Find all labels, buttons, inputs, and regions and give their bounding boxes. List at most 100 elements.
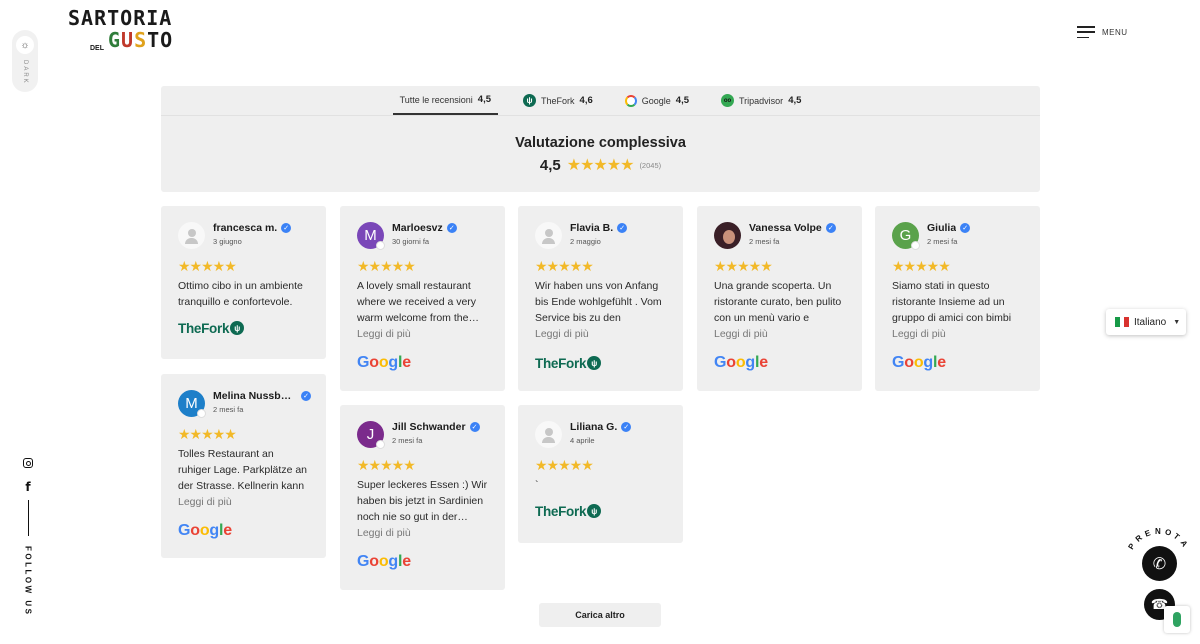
review-date: 2 maggio xyxy=(570,237,601,246)
tripadvisor-icon: oo xyxy=(721,94,734,107)
hamburger-icon xyxy=(1077,26,1095,38)
avatar xyxy=(178,222,205,249)
review-card: Flavia B. ✓ 2 maggio ★★★★★ Wir haben uns … xyxy=(518,206,683,391)
google-logo-icon: Google xyxy=(714,354,768,371)
source-logo: Google xyxy=(714,351,845,375)
review-source-tabs: Tutte le recensioni 4,5 ψ TheFork 4,6 Go… xyxy=(161,86,1040,116)
accessibility-button[interactable] xyxy=(1164,606,1190,633)
reviewer-name: Vanessa Volpe xyxy=(749,222,822,234)
verified-icon: ✓ xyxy=(621,422,632,432)
verified-icon: ✓ xyxy=(301,391,311,401)
instagram-icon[interactable] xyxy=(23,458,33,468)
dark-mode-toggle[interactable]: ☼ DARK xyxy=(12,30,38,92)
reviewer-name: Melina Nussba… xyxy=(213,390,297,402)
rating-stars-icon: ★★★★★ xyxy=(357,258,416,274)
avatar xyxy=(535,421,562,448)
review-card: Vanessa Volpe ✓ 2 mesi fa ★★★★★ Una grand… xyxy=(697,206,862,391)
reviewer-name: Jill Schwander xyxy=(392,421,466,433)
rating-stars-icon: ★★★★★ xyxy=(535,258,594,274)
language-selector[interactable]: Italiano ▼ xyxy=(1106,309,1186,335)
whatsapp-button[interactable]: ✆ xyxy=(1142,546,1177,581)
avatar: M xyxy=(357,222,385,250)
rating-stars-icon: ★★★★★ xyxy=(892,258,951,274)
review-card: J Jill Schwander ✓ 2 mesi fa ★★★★★ Super … xyxy=(340,405,505,590)
read-more-link[interactable]: Leggi di più xyxy=(178,495,309,509)
review-date: 30 giorni fa xyxy=(392,237,430,246)
review-card: francesca m. ✓ 3 giugno ★★★★★ Ottimo cibo… xyxy=(161,206,326,359)
source-logo: Google xyxy=(357,351,488,375)
review-card: M Melina Nussba… ✓ 2 mesi fa ★★★★★ Tolles… xyxy=(161,374,326,558)
tab-thefork[interactable]: ψ TheFork 4,6 xyxy=(516,86,600,115)
follow-divider xyxy=(27,500,29,536)
verified-icon: ✓ xyxy=(617,223,628,233)
read-more-link[interactable]: Leggi di più xyxy=(714,327,845,341)
review-count: (2045) xyxy=(639,160,662,170)
tab-label: TheFork xyxy=(541,95,575,106)
verified-icon: ✓ xyxy=(446,223,457,233)
whatsapp-icon: ✆ xyxy=(1152,555,1167,573)
menu-button[interactable]: MENU xyxy=(1077,26,1128,38)
read-more-link[interactable]: Leggi di più xyxy=(357,526,488,540)
tab-label: Google xyxy=(641,95,671,106)
follow-us-label: FOLLOW US xyxy=(23,546,33,617)
reviewer-name: Liliana G. xyxy=(570,421,618,433)
google-logo-icon: Google xyxy=(357,553,411,570)
review-date: 2 mesi fa xyxy=(927,237,958,246)
tab-all-reviews[interactable]: Tutte le recensioni 4,5 xyxy=(392,86,499,115)
overall-rating-title: Valutazione complessiva xyxy=(515,135,686,151)
avatar: J xyxy=(357,421,385,449)
overall-score: 4,5 xyxy=(539,156,561,174)
read-more-link[interactable]: Leggi di più xyxy=(535,327,666,341)
review-text: Super leckeres Essen :) Wir haben bis je… xyxy=(357,479,488,523)
load-more-button[interactable]: Carica altro xyxy=(539,603,661,627)
reviewer-name: Marloesvz xyxy=(392,222,443,234)
logo-line2: GUSTO xyxy=(108,28,174,52)
source-logo: TheFork ψ xyxy=(178,316,309,340)
tab-google[interactable]: Google 4,5 xyxy=(618,86,696,115)
google-icon xyxy=(624,94,637,107)
verified-icon: ✓ xyxy=(960,223,971,233)
facebook-icon[interactable]: f xyxy=(25,480,30,494)
rating-stars-icon: ★★★★★ xyxy=(535,457,594,473)
social-links: f FOLLOW US xyxy=(18,458,38,617)
google-logo-icon: Google xyxy=(892,354,946,371)
tab-label: Tripadvisor xyxy=(739,95,784,106)
verified-icon: ✓ xyxy=(281,223,292,233)
review-date: 4 aprile xyxy=(570,436,595,445)
site-logo[interactable]: SARTORIA DEL GUSTO xyxy=(68,6,194,56)
menu-label: MENU xyxy=(1102,27,1128,37)
review-card: Liliana G. ✓ 4 aprile ★★★★★ ` TheFork ψ xyxy=(518,405,683,543)
google-logo-icon: Google xyxy=(357,354,411,371)
avatar xyxy=(535,222,562,249)
read-more-link[interactable]: Leggi di più xyxy=(892,327,1023,341)
review-text: Ottimo cibo in un ambiente tranquillo e … xyxy=(178,280,303,308)
review-text: Wir haben uns von Anfang bis Ende wohlge… xyxy=(535,280,662,324)
tab-tripadvisor[interactable]: oo Tripadvisor 4,5 xyxy=(714,86,808,115)
tab-score: 4,5 xyxy=(788,95,802,106)
thefork-logo-icon: TheFork ψ xyxy=(535,356,602,371)
source-logo: TheFork ψ xyxy=(535,351,666,375)
language-label: Italiano xyxy=(1134,316,1167,328)
logo-del: DEL xyxy=(90,45,104,52)
overall-stars-icon: ★★★★★ xyxy=(566,157,635,174)
reviewer-name: Flavia B. xyxy=(570,222,614,234)
tab-score: 4,6 xyxy=(579,95,593,106)
read-more-link[interactable]: Leggi di più xyxy=(357,327,488,341)
chevron-down-icon: ▼ xyxy=(1173,318,1181,326)
verified-icon: ✓ xyxy=(825,223,836,233)
review-date: 2 mesi fa xyxy=(749,237,780,246)
tab-score: 4,5 xyxy=(477,94,492,105)
review-date: 2 mesi fa xyxy=(392,436,423,445)
logo-line1: SARTORIA xyxy=(68,6,173,30)
source-logo: Google xyxy=(892,351,1023,375)
review-text: ` xyxy=(535,479,539,491)
reviews-summary: Tutte le recensioni 4,5 ψ TheFork 4,6 Go… xyxy=(161,86,1040,192)
google-logo-icon: Google xyxy=(178,522,232,539)
thefork-logo-icon: TheFork ψ xyxy=(535,504,602,519)
tab-label: Tutte le recensioni xyxy=(399,94,473,105)
review-card: M Marloesvz ✓ 30 giorni fa ★★★★★ A lovely… xyxy=(340,206,505,391)
review-date: 3 giugno xyxy=(213,237,242,246)
rating-stars-icon: ★★★★★ xyxy=(357,457,416,473)
rating-stars-icon: ★★★★★ xyxy=(714,258,773,274)
source-logo: Google xyxy=(357,550,488,574)
